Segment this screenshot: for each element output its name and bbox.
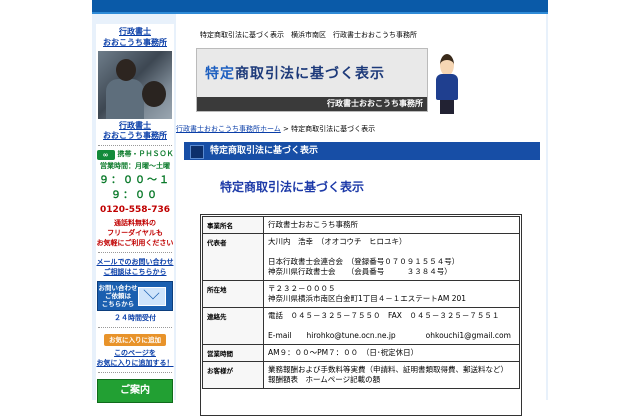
banner-subtitle: 行政書士おおこうち事務所 (327, 99, 423, 108)
table-row: 連絡先 電話 ０４５－３２５－７５５０ FAX ０４５－３２５－７５５１ E-ma… (202, 307, 520, 345)
table-row: 代表者 大川内 浩幸 （オオコウチ ヒロユキ） 日本行政書士会連合会 （登録番号０… (202, 233, 520, 281)
row-value-line: 報酬額表 ホームページ記載の額 (268, 375, 381, 384)
breadcrumb-current: 特定商取引法に基づく表示 (291, 125, 376, 133)
sidebar-office-name-line1[interactable]: 行政書士 (96, 26, 174, 37)
business-info-table: 事業所名 行政書士おおこうち事務所 代表者 大川内 浩幸 （オオコウチ ヒロユキ） 日… (202, 216, 520, 389)
free-dial-note: 通話料無料の フリーダイヤルも お気軽にご利用ください (96, 218, 174, 248)
sidebar-office-name-link[interactable]: 行政書士 おおこうち事務所 (96, 26, 174, 48)
hours-label: 営業時間：月曜～土曜 (100, 162, 170, 170)
row-label: 代表者 (202, 233, 264, 281)
mail-24h-label: ２４時間受付 (114, 314, 156, 322)
table-row: 事業所名 行政書士おおこうち事務所 (202, 216, 520, 234)
row-value-line: 神奈川県行政書士会 （会員番号 ３３８４号） (268, 267, 452, 276)
office-photo (98, 51, 172, 119)
row-label: 営業時間 (202, 344, 264, 362)
banner-title-accent: 特定 (205, 66, 235, 82)
row-value-line: 日本行政書士会連合会 （登録番号０７０９１５５４号） (268, 257, 460, 266)
mail-link-line2[interactable]: ご相談はこちらから (96, 267, 174, 277)
guide-button[interactable]: ご案内 (97, 379, 173, 403)
mail-inquiry-link[interactable]: メールでのお問い合わせ ご相談はこちらから (96, 257, 174, 277)
free-dial-icon: ∞ (96, 150, 115, 160)
table-row: 営業時間 AM９：００～PM７：００ （日･祝定休日） (202, 344, 520, 362)
businessman-illustration (432, 54, 462, 116)
row-value-line: 大川内 浩幸 （オオコウチ ヒロユキ） (268, 237, 407, 246)
row-label: 連絡先 (202, 307, 264, 345)
row-value-line: 〒２３２－０００５ (268, 284, 336, 293)
free-note-line2: フリーダイヤルも (107, 229, 163, 237)
row-value: 大川内 浩幸 （オオコウチ ヒロユキ） 日本行政書士会連合会 （登録番号０７０９… (263, 233, 520, 281)
row-value: 〒２３２－０００５ 神奈川県横浜市南区白金町1丁目４－１エステートAM 201 (263, 280, 520, 308)
divider (98, 327, 172, 328)
row-value-line: E-mail hirohko@tune.ocn.ne.jp ohkouchi1@… (268, 331, 511, 340)
main-content: 特定商取引法に基づく表示 横浜市南区 行政書士おおこうち事務所 特定商取引法に基… (176, 14, 546, 416)
add-favorite-button[interactable]: お気に入りに追加 (104, 334, 166, 346)
row-label: お客様が (202, 361, 264, 389)
row-value: 電話 ０４５－３２５－７５５０ FAX ０４５－３２５－７５５１ E-mail … (263, 307, 520, 345)
mail-link-line1[interactable]: メールでのお問い合わせ (96, 257, 174, 267)
table-row: 所在地 〒２３２－０００５ 神奈川県横浜市南区白金町1丁目４－１エステートAM 20… (202, 280, 520, 308)
fav-link-line2[interactable]: お気に入りに追加する！ (96, 358, 174, 368)
row-value-line (268, 247, 515, 257)
business-hours: ９：００～１９：００ (99, 175, 171, 201)
breadcrumb-home-link[interactable]: 行政書士おおこうち事務所ホーム (176, 125, 281, 133)
banner-title-rest: 商取引法に基づく表示 (235, 66, 385, 82)
free-dial-row: ∞ 携帯・ＰＨＳＯＫ (96, 150, 174, 160)
free-note-line1: 通話料無料の (114, 219, 156, 227)
free-note-line3: お気軽にご利用ください (96, 239, 174, 247)
row-value: 業務報酬および手数料等実費（申請料、証明書類取得費、郵送料など） 報酬額表 ホーム… (263, 361, 520, 389)
title-banner: 特定商取引法に基づく表示 行政書士おおこうち事務所 (196, 48, 428, 112)
sidebar-office-name-line2[interactable]: おおこうち事務所 (96, 37, 174, 48)
row-value: 行政書士おおこうち事務所 (263, 216, 520, 234)
free-dial-number[interactable]: 0120-558-736 (96, 205, 174, 215)
mail-button-line1: お問い合わせ (98, 284, 138, 292)
row-value-line: 行政書士おおこうち事務所 (268, 220, 358, 229)
page-title: 特定商取引法に基づく表示 (220, 180, 365, 194)
row-label: 事業所名 (202, 216, 264, 234)
top-banner-bar (92, 0, 548, 14)
office-link-line2[interactable]: おおこうち事務所 (96, 131, 174, 141)
row-value-line: 電話 ０４５－３２５－７５５０ FAX ０４５－３２５－７５５１ (268, 311, 500, 320)
mail-button-text: お問い合わせ ご依頼は こちらから (98, 284, 138, 308)
row-value: AM９：００～PM７：００ （日･祝定休日） (263, 344, 520, 362)
office-link[interactable]: 行政書士 おおこうち事務所 (96, 121, 174, 141)
row-value-line: 神奈川県横浜市南区白金町1丁目４－１エステートAM 201 (268, 294, 467, 303)
office-link-line1[interactable]: 行政書士 (96, 121, 174, 131)
breadcrumb-separator: > (280, 125, 292, 133)
mail-button-line2: ご依頼は (105, 292, 131, 300)
row-value-line: AM９：００～PM７：００ （日･祝定休日） (268, 348, 419, 357)
section-heading-bar: 特定商取引法に基づく表示 (184, 142, 540, 160)
row-value-line (268, 321, 515, 331)
mail-inquiry-button[interactable]: お問い合わせ ご依頼は こちらから (97, 281, 173, 311)
divider (98, 145, 172, 146)
divider (98, 252, 172, 253)
breadcrumb: 行政書士おおこうち事務所ホーム > 特定商取引法に基づく表示 (176, 124, 375, 134)
mail-button-line3: こちらから (101, 300, 135, 308)
page-header-text: 特定商取引法に基づく表示 横浜市南区 行政書士おおこうち事務所 (200, 31, 417, 39)
section-square-icon (190, 145, 204, 159)
mobile-ok-label: 携帯・ＰＨＳＯＫ (117, 150, 174, 158)
row-label: 所在地 (202, 280, 264, 308)
section-heading: 特定商取引法に基づく表示 (210, 146, 319, 156)
table-row: お客様が 業務報酬および手数料等実費（申請料、証明書類取得費、郵送料など） 報酬額表… (202, 361, 520, 389)
row-value-line: 業務報酬および手数料等実費（申請料、証明書類取得費、郵送料など） (268, 365, 508, 374)
add-favorite-link[interactable]: このページを お気に入りに追加する！ (96, 348, 174, 368)
envelope-icon (138, 286, 166, 306)
fav-link-line1[interactable]: このページを (96, 348, 174, 358)
sidebar: 行政書士 おおこうち事務所 行政書士 おおこうち事務所 ∞ 携帯・ＰＨＳＯＫ 営… (96, 24, 174, 403)
divider (98, 372, 172, 373)
banner-title: 特定商取引法に基づく表示 (205, 63, 385, 83)
